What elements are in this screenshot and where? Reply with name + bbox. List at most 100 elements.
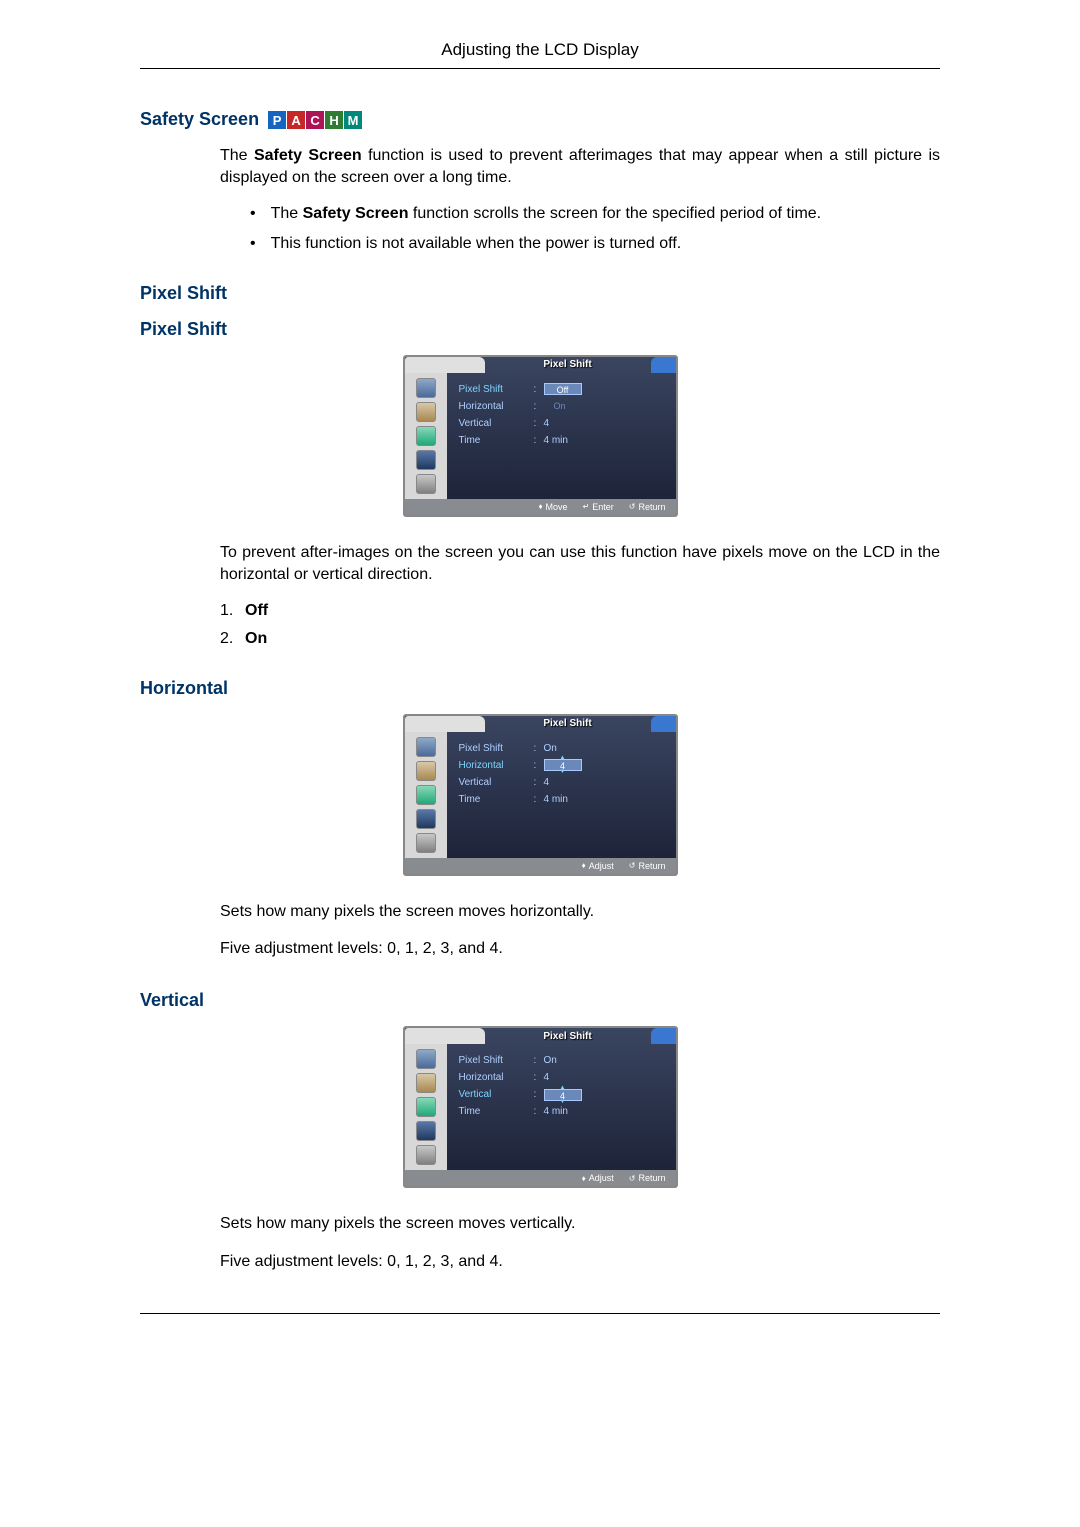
osd-label-horizontal: Horizontal — [459, 760, 534, 771]
badge-a: A — [287, 111, 305, 129]
osd-value-time: 4 min — [544, 794, 568, 805]
bottom-rule — [140, 1313, 940, 1314]
osd-label-pixel-shift: Pixel Shift — [459, 743, 534, 754]
page-header: Adjusting the LCD Display — [140, 40, 940, 69]
osd-content: Pixel Shift : On Horizontal : 4 Vertical… — [447, 732, 676, 858]
osd-icon-sound — [416, 402, 436, 422]
osd-row-pixel-shift: Pixel Shift : Off — [459, 381, 664, 398]
osd-icon-setup — [416, 450, 436, 470]
osd-title: Pixel Shift — [485, 1031, 651, 1042]
bullet1-prefix: The — [271, 205, 303, 222]
osd-titlebar-left — [405, 716, 485, 732]
safety-screen-title-text: Safety Screen — [140, 109, 259, 129]
osd-icon-multi — [416, 833, 436, 853]
safety-screen-intro: The Safety Screen function is used to pr… — [220, 145, 940, 190]
osd-body: Pixel Shift : On Horizontal : 4 Vertical… — [405, 1044, 676, 1170]
osd-value-horizontal: 4 — [544, 759, 582, 771]
osd-value-vertical: 4 — [544, 418, 550, 429]
bullet-item: This function is not available when the … — [250, 235, 940, 253]
safety-screen-bullets: The Safety Screen function scrolls the s… — [250, 205, 940, 253]
osd-icon-multi — [416, 474, 436, 494]
osd-footer-adjust: ♦Adjust — [582, 861, 614, 871]
osd-value-vertical: 4 — [544, 777, 550, 788]
osd-titlebar-left — [405, 357, 485, 373]
osd-row-horizontal: Horizontal : On — [459, 398, 664, 415]
osd-sidebar — [405, 1044, 447, 1170]
badge-c: C — [306, 111, 324, 129]
osd-icon-picture — [416, 378, 436, 398]
section-title-safety-screen: Safety Screen P A C H M — [140, 109, 940, 130]
osd-row-vertical: Vertical : 4 — [459, 415, 664, 432]
osd-menu: Pixel Shift Pixel Shift : Off — [403, 355, 678, 517]
osd-value-pixel-shift: Off — [544, 383, 582, 395]
osd-row-horizontal: Horizontal : 4 — [459, 757, 664, 774]
osd-titlebar: Pixel Shift — [405, 716, 676, 732]
osd-screenshot-pixel-shift: Pixel Shift Pixel Shift : Off — [140, 355, 940, 517]
osd-label-pixel-shift: Pixel Shift — [459, 1055, 534, 1066]
osd-footer-enter: ↵Enter — [583, 502, 614, 512]
osd-screenshot-vertical: Pixel Shift Pixel Shift : On — [140, 1026, 940, 1188]
horizontal-desc2: Five adjustment levels: 0, 1, 2, 3, and … — [220, 938, 940, 960]
osd-label-horizontal: Horizontal — [459, 1072, 534, 1083]
osd-label-vertical: Vertical — [459, 777, 534, 788]
osd-footer-return: ↺Return — [629, 861, 666, 871]
osd-option-on: On — [554, 401, 566, 411]
osd-titlebar: Pixel Shift — [405, 1028, 676, 1044]
osd-footer: ♦Adjust ↺Return — [405, 858, 676, 874]
osd-sidebar — [405, 373, 447, 499]
osd-content: Pixel Shift : Off Horizontal : On Vertic… — [447, 373, 676, 499]
pixel-shift-desc: To prevent after-images on the screen yo… — [220, 542, 940, 587]
osd-label-vertical: Vertical — [459, 1089, 534, 1100]
osd-icon-setup — [416, 1121, 436, 1141]
osd-value-vertical: 4 — [544, 1089, 582, 1101]
badge-h: H — [325, 111, 343, 129]
osd-titlebar-right — [651, 1028, 676, 1044]
pixel-shift-options: 1.Off 2.On — [220, 602, 940, 648]
osd-footer-return: ↺Return — [629, 1173, 666, 1183]
section-title-pixel-shift-1: Pixel Shift — [140, 283, 940, 304]
osd-label-time: Time — [459, 794, 534, 805]
osd-icon-sound — [416, 761, 436, 781]
osd-icon-timer — [416, 426, 436, 446]
osd-icon-timer — [416, 1097, 436, 1117]
horizontal-desc1: Sets how many pixels the screen moves ho… — [220, 901, 940, 923]
section-title-vertical: Vertical — [140, 990, 940, 1011]
vertical-desc1: Sets how many pixels the screen moves ve… — [220, 1213, 940, 1235]
osd-footer-adjust: ♦Adjust — [582, 1173, 614, 1183]
osd-menu: Pixel Shift Pixel Shift : On — [403, 1026, 678, 1188]
osd-icon-setup — [416, 809, 436, 829]
osd-icon-multi — [416, 1145, 436, 1165]
osd-row-pixel-shift: Pixel Shift : On — [459, 1052, 664, 1069]
osd-value-time: 4 min — [544, 1106, 568, 1117]
osd-footer-return: ↺Return — [629, 502, 666, 512]
osd-screenshot-horizontal: Pixel Shift Pixel Shift : On — [140, 714, 940, 876]
osd-titlebar-right — [651, 357, 676, 373]
osd-title: Pixel Shift — [485, 359, 651, 370]
osd-value-pixel-shift: On — [544, 743, 557, 754]
osd-footer-move: ♦Move — [538, 502, 567, 512]
mode-badges: P A C H M — [268, 111, 362, 129]
vertical-desc2: Five adjustment levels: 0, 1, 2, 3, and … — [220, 1251, 940, 1273]
document-page: Adjusting the LCD Display Safety Screen … — [140, 40, 940, 1314]
osd-body: Pixel Shift : On Horizontal : 4 Vertical… — [405, 732, 676, 858]
osd-icon-picture — [416, 737, 436, 757]
osd-menu: Pixel Shift Pixel Shift : On — [403, 714, 678, 876]
osd-row-time: Time : 4 min — [459, 791, 664, 808]
osd-row-vertical: Vertical : 4 — [459, 1086, 664, 1103]
osd-footer: ♦Adjust ↺Return — [405, 1170, 676, 1186]
bullet1-suffix: function scrolls the screen for the spec… — [408, 205, 821, 222]
osd-icon-sound — [416, 1073, 436, 1093]
osd-value-horizontal: 4 — [544, 1072, 550, 1083]
osd-body: Pixel Shift : Off Horizontal : On Vertic… — [405, 373, 676, 499]
bullet1-bold: Safety Screen — [303, 205, 409, 222]
osd-value-time: 4 min — [544, 435, 568, 446]
osd-label-vertical: Vertical — [459, 418, 534, 429]
option-off: 1.Off — [220, 602, 940, 620]
section-title-pixel-shift-2: Pixel Shift — [140, 319, 940, 340]
bullet-item: The Safety Screen function scrolls the s… — [250, 205, 940, 223]
osd-label-time: Time — [459, 435, 534, 446]
osd-label-pixel-shift: Pixel Shift — [459, 384, 534, 395]
osd-row-time: Time : 4 min — [459, 432, 664, 449]
osd-value-pixel-shift: On — [544, 1055, 557, 1066]
bullet2-text: This function is not available when the … — [271, 235, 682, 253]
